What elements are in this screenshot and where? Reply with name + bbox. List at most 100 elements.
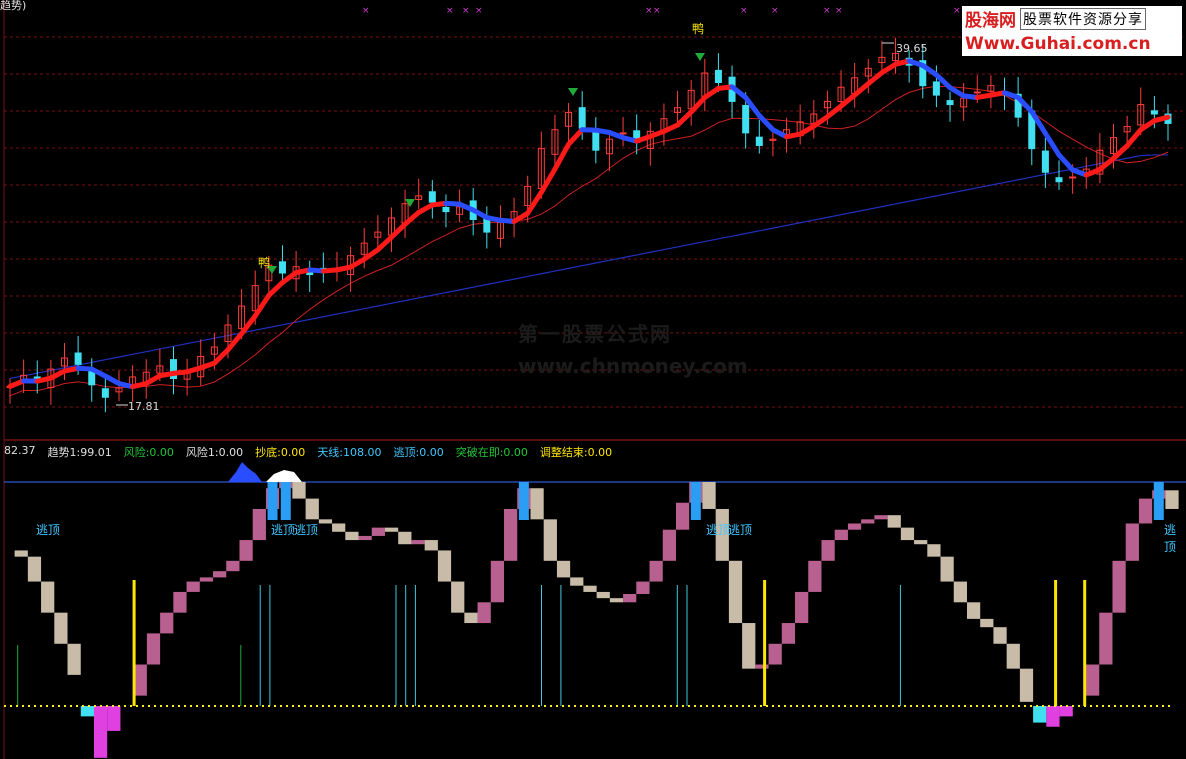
oscillator-bar xyxy=(332,523,346,532)
oscillator-bar xyxy=(1019,668,1034,702)
header-fragment: 趋势) xyxy=(0,0,27,12)
oscillator-bar xyxy=(927,544,941,557)
oscillator-bar xyxy=(199,577,214,582)
oscillator-bar xyxy=(887,515,901,528)
indicator-2: 风险1:0.00 xyxy=(185,446,244,459)
bottom-zone-bar xyxy=(1046,706,1060,727)
escape-top-label-4: 逃顶 xyxy=(706,523,731,537)
fast-moving-average-segment xyxy=(566,127,585,147)
fast-moving-average-segment xyxy=(252,292,272,319)
candle-body xyxy=(1150,110,1158,115)
oscillator-bar xyxy=(821,540,835,561)
candle-body xyxy=(714,69,722,84)
bottom-zone-bar xyxy=(80,706,94,717)
oscillator-bar xyxy=(239,540,253,561)
center-watermark-url: www.chnmoney.com xyxy=(518,354,748,378)
oscillator-bar xyxy=(1086,664,1100,696)
candle-body xyxy=(1069,176,1077,179)
mid-moving-average xyxy=(9,85,1169,397)
escape-top-bar xyxy=(518,482,529,520)
top-cross-mark: × xyxy=(475,6,483,16)
top-cross-mark: × xyxy=(740,6,748,16)
top-cross-mark: × xyxy=(835,6,843,16)
escape-top-bar xyxy=(280,482,291,520)
oscillator-bar xyxy=(133,664,147,696)
top-cross-mark: × xyxy=(771,6,779,16)
oscillator-bar xyxy=(67,643,81,675)
oscillator-bar xyxy=(662,529,676,561)
oscillator-bar xyxy=(980,618,994,628)
oscillator-bar xyxy=(477,602,491,624)
antenna-crown-blue xyxy=(228,462,262,482)
escape-top-label-5: 逃顶 xyxy=(728,523,753,537)
oscillator-bar xyxy=(464,612,478,624)
stock-chart-canvas: × × × × × × × × × × × xyxy=(3,0,1186,759)
indicator-0: 趋势1:99.01 xyxy=(47,446,112,459)
site-watermark: 股海网 股票软件资源分享 Www.Guhai.com.cn xyxy=(962,6,1182,56)
oscillator-bar xyxy=(504,508,518,561)
oscillator-bar xyxy=(609,598,624,603)
oscillator-bar xyxy=(649,560,663,582)
candle-body xyxy=(932,81,940,96)
oscillator-bar xyxy=(808,560,822,592)
indicator-5: 逃顶:0.00 xyxy=(393,446,444,459)
escape-top-label-1: 逃顶 xyxy=(36,523,61,537)
bottom-zone-bar xyxy=(1033,706,1047,723)
top-cross-mark: × xyxy=(446,6,454,16)
oscillator-bar xyxy=(675,502,690,530)
top-cross-mark: × xyxy=(953,6,961,16)
oscillator-bar xyxy=(953,581,967,603)
oscillator-bar xyxy=(371,527,385,536)
fast-moving-average-segment xyxy=(1056,152,1076,173)
oscillator-bar xyxy=(54,612,68,644)
oscillator-bar xyxy=(847,523,862,530)
candle-body xyxy=(278,261,286,274)
indicator-panel xyxy=(4,462,1186,758)
oscillator-bar xyxy=(755,664,769,669)
candle-body xyxy=(1055,177,1063,183)
oscillator-bar xyxy=(966,602,981,619)
fast-moving-average-segment xyxy=(538,166,558,195)
oscillator-bar xyxy=(226,560,240,572)
oscillator-bar xyxy=(1125,523,1139,561)
oscillator-bar xyxy=(305,498,319,520)
bottom-zone-bar xyxy=(1059,706,1073,717)
candle-body xyxy=(1041,150,1049,173)
oscillator-bar xyxy=(490,560,505,603)
oscillator-bar xyxy=(742,623,756,669)
bottom-zone-bar xyxy=(93,706,108,758)
candle-body xyxy=(74,352,82,365)
candle-body xyxy=(973,91,981,94)
fast-moving-average-segment xyxy=(525,189,544,216)
fast-moving-average-segment xyxy=(688,94,708,115)
oscillator-bar xyxy=(556,560,571,578)
candle-body xyxy=(619,132,627,135)
escape-top-label-2: 逃顶 xyxy=(271,523,296,537)
oscillator-bar xyxy=(596,591,610,599)
oscillator-bar xyxy=(437,550,452,582)
oscillator-bar xyxy=(318,519,333,524)
fast-moving-average-segment xyxy=(402,209,422,227)
fast-moving-average-segment xyxy=(838,92,858,109)
candle-body xyxy=(428,191,436,203)
oscillator-bar xyxy=(543,519,557,561)
oscillator-bar xyxy=(424,540,438,551)
oscillator-bar xyxy=(583,585,597,592)
oscillator-bar xyxy=(914,540,928,545)
oscillator-bar xyxy=(213,571,227,578)
duck-mark-2: 鸭 xyxy=(692,22,705,36)
fast-moving-average-segment xyxy=(1151,114,1171,124)
oscillator-bar xyxy=(702,482,716,509)
fast-moving-average-segment xyxy=(675,109,694,128)
oscillator-bar xyxy=(728,560,743,624)
oscillator-bar xyxy=(636,581,650,594)
oscillator-bar xyxy=(345,531,359,541)
oscillator-bar xyxy=(1006,643,1020,669)
oscillator-bar xyxy=(146,633,161,665)
top-cross-mark: × xyxy=(362,6,370,16)
buy-arrow-icon xyxy=(695,53,705,61)
escape-top-bar xyxy=(1153,482,1164,520)
fast-moving-average-segment xyxy=(211,347,231,366)
indicator-6: 突破在即:0.00 xyxy=(455,446,528,459)
indicator-1: 风险:0.00 xyxy=(123,446,174,459)
